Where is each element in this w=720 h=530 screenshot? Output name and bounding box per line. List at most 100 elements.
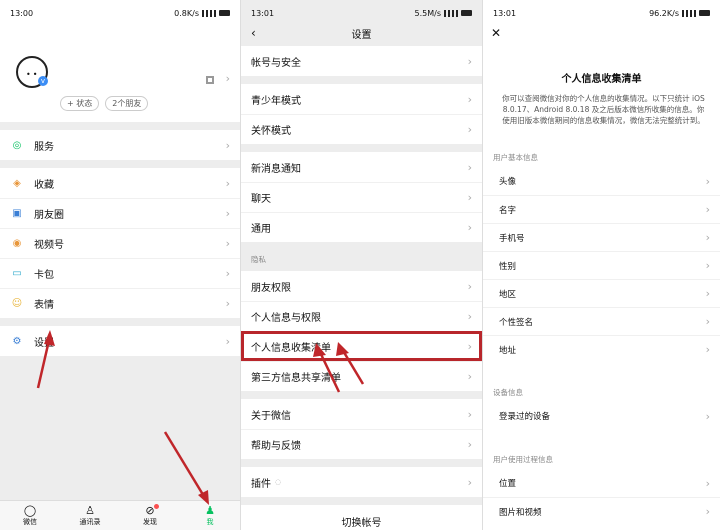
tab-discover[interactable]: ⊘ 发现	[120, 501, 180, 530]
chevron-right-icon: ›	[467, 123, 472, 136]
setting-care-mode[interactable]: 关怀模式 ›	[241, 114, 482, 144]
chevron-right-icon: ›	[467, 92, 472, 106]
unread-dot	[154, 504, 159, 509]
chevron-right-icon: ›	[467, 407, 472, 421]
chevron-right-icon: ›	[705, 231, 710, 244]
menu-favorites[interactable]: ◈ 收藏 ›	[0, 168, 240, 198]
status-time: 13:00	[10, 8, 34, 18]
info-name[interactable]: 名字 ›	[483, 195, 720, 223]
chevron-right-icon: ›	[705, 287, 710, 300]
page-description: 你可以查阅微信对你的个人信息的收集情况。以下只统计 iOS 8.0.17、And…	[502, 94, 705, 125]
chevron-right-icon: ›	[467, 221, 472, 234]
page-title: 个人信息收集清单	[561, 74, 642, 85]
verified-icon: v	[38, 76, 48, 86]
info-signature[interactable]: 个性签名 ›	[483, 307, 720, 335]
chat-icon: ◯	[23, 504, 37, 517]
section-privacy: 隐私	[251, 255, 266, 264]
page-title: 设置	[351, 30, 372, 41]
chevron-right-icon: ›	[225, 207, 230, 220]
chevron-right-icon: ›	[705, 315, 710, 328]
info-phone[interactable]: 手机号 ›	[483, 223, 720, 251]
status-tag[interactable]: + 状态	[60, 96, 100, 111]
chevron-right-icon: ›	[705, 203, 710, 216]
battery-icon	[461, 10, 472, 16]
section-device-info: 设备信息	[493, 388, 523, 397]
menu-settings[interactable]: ⚙ 设置 ›	[0, 326, 240, 356]
friends-tag[interactable]: 2个朋友	[105, 96, 149, 111]
chevron-right-icon: ›	[467, 191, 472, 204]
chevron-right-icon: ›	[705, 476, 710, 490]
setting-youth-mode[interactable]: 青少年模式 ›	[241, 84, 482, 114]
back-icon[interactable]: ‹	[251, 26, 256, 40]
status-speed: 0.8K/s	[174, 8, 199, 18]
chevron-right-icon: ›	[705, 174, 710, 188]
chevron-right-icon: ›	[467, 310, 472, 323]
setting-help-feedback[interactable]: 帮助与反馈 ›	[241, 429, 482, 459]
chevron-right-icon: ›	[705, 409, 710, 423]
menu-service[interactable]: ◎ 服务 ›	[0, 130, 240, 160]
info-photos-videos[interactable]: 图片和视频 ›	[483, 497, 720, 525]
chevron-right-icon: ›	[467, 438, 472, 451]
chevron-right-icon: ›	[467, 475, 472, 489]
setting-account-security[interactable]: 帐号与安全 ›	[241, 46, 482, 76]
chevron-right-icon: ›	[225, 176, 230, 190]
status-time: 13:01	[493, 8, 517, 18]
qr-code-icon[interactable]	[206, 76, 214, 84]
compass-icon: ⊘	[145, 504, 155, 517]
chevron-right-icon: ›	[225, 297, 230, 310]
status-bar: 13:00 0.8K/s	[0, 0, 240, 26]
cards-icon: ▭	[12, 268, 22, 279]
setting-general[interactable]: 通用 ›	[241, 212, 482, 242]
me-panel: 13:00 0.8K/s •• v › + 状态 2个朋友 ◎ 服务 › ◈ 收藏 › …	[0, 0, 240, 530]
setting-personal-info-list[interactable]: 个人信息收集清单 ›	[241, 331, 482, 361]
chevron-right-icon: ›	[705, 343, 710, 356]
status-speed: 96.2K/s	[649, 8, 679, 18]
chevron-right-icon: ›	[705, 259, 710, 272]
chevron-right-icon: ›	[225, 138, 230, 152]
chevron-right-icon: ›	[225, 334, 230, 348]
signal-icon	[444, 9, 458, 17]
setting-third-party-list[interactable]: 第三方信息共享清单 ›	[241, 361, 482, 391]
tab-contacts[interactable]: ♙ 通讯录	[60, 501, 120, 530]
battery-icon	[219, 10, 230, 16]
menu-moments[interactable]: ▣ 朋友圈 ›	[0, 198, 240, 228]
tab-bar: ◯ 微信 ♙ 通讯录 ⊘ 发现 ♟ 我	[0, 500, 240, 530]
info-avatar[interactable]: 头像 ›	[483, 167, 720, 195]
info-icon: ◌	[275, 478, 282, 486]
setting-chats[interactable]: 聊天 ›	[241, 182, 482, 212]
signal-icon	[202, 9, 216, 17]
status-bar: 13:01 96.2K/s	[483, 0, 720, 26]
gear-icon: ⚙	[12, 335, 22, 347]
status-speed: 5.5M/s	[414, 8, 442, 18]
switch-account-button[interactable]: 切换帐号	[241, 505, 482, 530]
setting-about[interactable]: 关于微信 ›	[241, 399, 482, 429]
section-basic-info: 用户基本信息	[493, 153, 538, 162]
status-bar: 13:01 5.5M/s	[241, 0, 482, 26]
menu-cards[interactable]: ▭ 卡包 ›	[0, 258, 240, 288]
menu-stickers[interactable]: ☺ 表情 ›	[0, 288, 240, 318]
chevron-right-icon: ›	[705, 505, 710, 518]
setting-notifications[interactable]: 新消息通知 ›	[241, 152, 482, 182]
setting-friend-permissions[interactable]: 朋友权限 ›	[241, 271, 482, 301]
chevron-right-icon: ›	[467, 370, 472, 383]
info-location[interactable]: 位置 ›	[483, 469, 720, 497]
info-gender[interactable]: 性别 ›	[483, 251, 720, 279]
setting-personal-info-permissions[interactable]: 个人信息与权限 ›	[241, 301, 482, 331]
setting-plugins[interactable]: 插件 ◌ ›	[241, 467, 482, 497]
service-icon: ◎	[12, 139, 22, 151]
tab-me[interactable]: ♟ 我	[180, 501, 240, 530]
nav-bar: ‹ 设置	[241, 26, 482, 44]
tab-chats[interactable]: ◯ 微信	[0, 501, 60, 530]
chevron-right-icon: ›	[467, 160, 472, 174]
section-usage-info: 用户使用过程信息	[493, 455, 553, 464]
menu-channels[interactable]: ◉ 视频号 ›	[0, 228, 240, 258]
info-logged-devices[interactable]: 登录过的设备 ›	[483, 402, 720, 430]
profile-header[interactable]: •• v › + 状态 2个朋友	[0, 26, 240, 122]
close-icon[interactable]: ✕	[483, 26, 720, 44]
moments-icon: ▣	[12, 208, 22, 219]
chevron-right-icon: ›	[467, 54, 472, 68]
info-address[interactable]: 地址 ›	[483, 335, 720, 363]
info-list-panel: 13:01 96.2K/s ✕ 个人信息收集清单 你可以查阅微信对你的个人信息的…	[482, 0, 720, 530]
sticker-icon: ☺	[11, 298, 23, 309]
info-region[interactable]: 地区 ›	[483, 279, 720, 307]
